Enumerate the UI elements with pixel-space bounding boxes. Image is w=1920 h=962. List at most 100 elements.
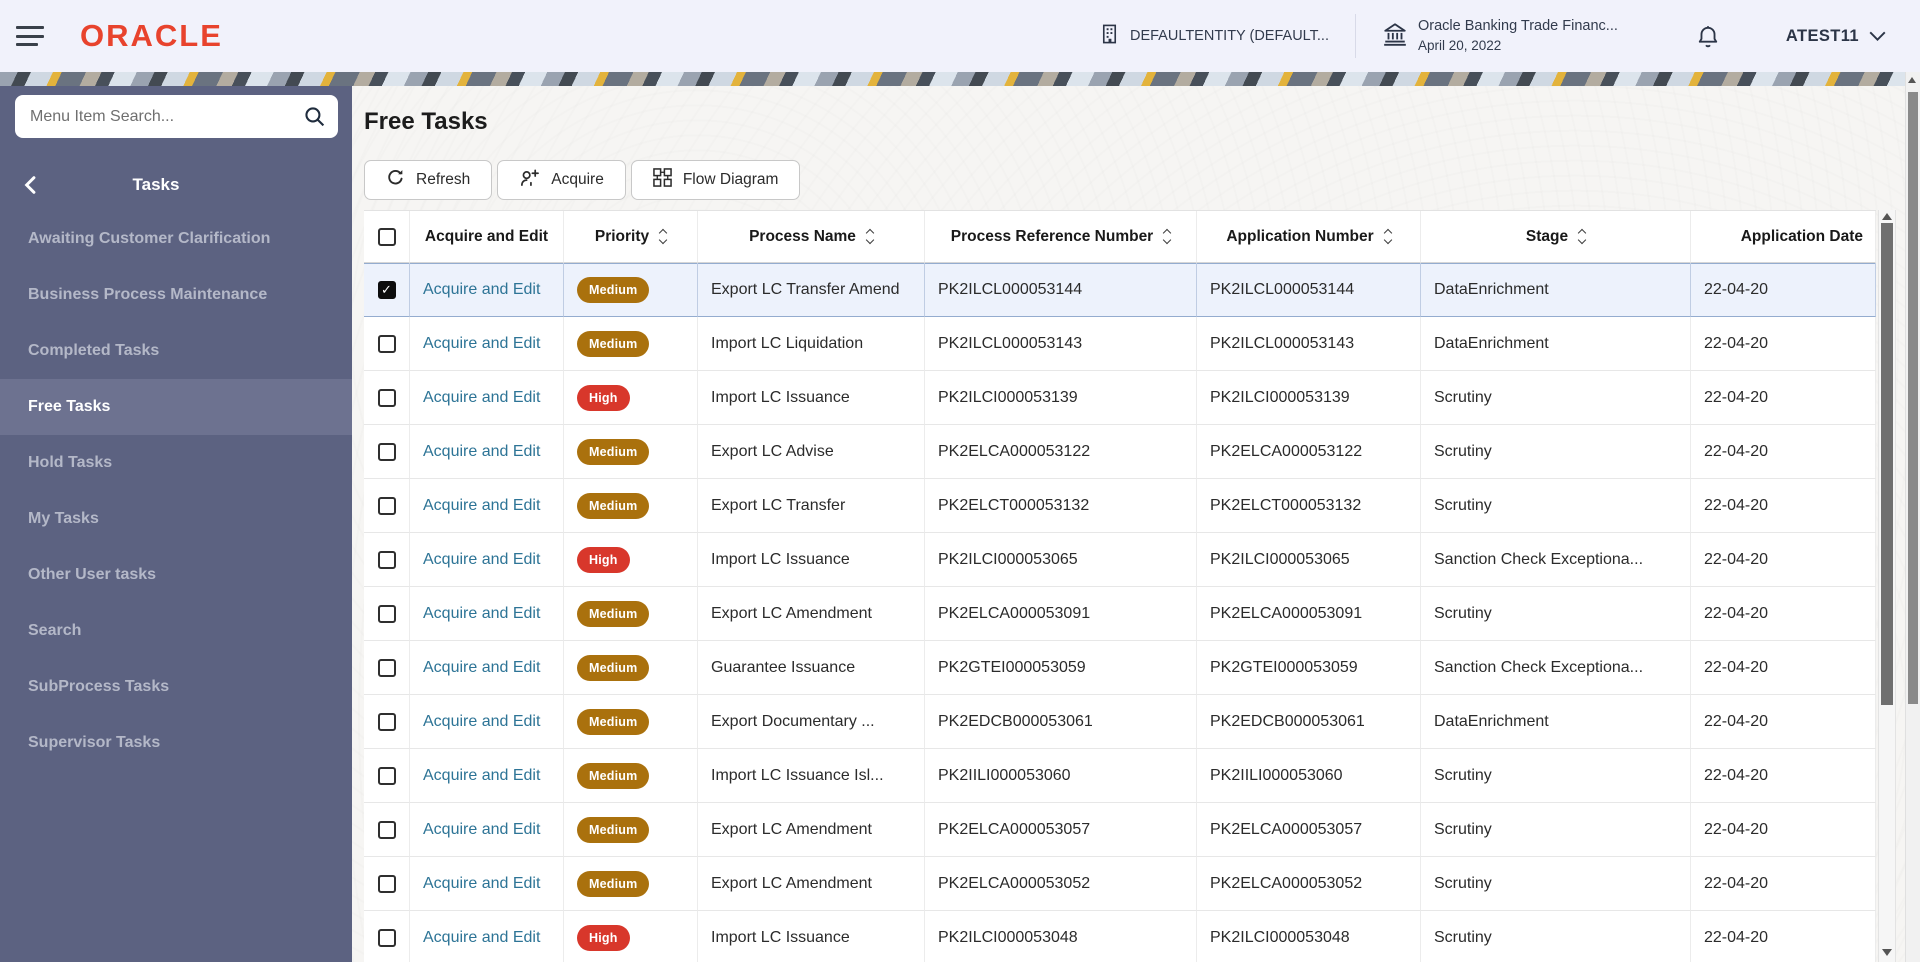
sidebar-item-subprocess-tasks[interactable]: SubProcess Tasks — [0, 659, 352, 715]
col-header-process-reference-number[interactable]: Process Reference Number — [925, 211, 1197, 263]
row-checkbox[interactable]: ✓ — [377, 334, 396, 353]
row-checkbox[interactable]: ✓ — [377, 388, 396, 407]
sort-icon[interactable] — [1162, 228, 1172, 245]
sidebar-item-business-process-maintenance[interactable]: Business Process Maintenance — [0, 267, 352, 323]
page-scrollbar[interactable] — [1905, 72, 1920, 962]
application-date-cell: 22-04-20 — [1691, 371, 1876, 425]
table-row[interactable]: ✓ Acquire and Edit High Import LC Issuan… — [364, 911, 1876, 962]
table-row[interactable]: ✓ Acquire and Edit Medium Export LC Advi… — [364, 425, 1876, 479]
priority-badge: High — [577, 384, 630, 411]
sidebar-item-awaiting-customer-clarification[interactable]: Awaiting Customer Clarification — [0, 211, 352, 267]
search-icon[interactable] — [303, 105, 326, 128]
stage-cell: Scrutiny — [1421, 911, 1691, 962]
row-checkbox[interactable]: ✓ — [377, 658, 396, 677]
hamburger-menu-icon[interactable] — [16, 26, 44, 46]
acquire-and-edit-link[interactable]: Acquire and Edit — [423, 443, 540, 461]
row-checkbox[interactable]: ✓ — [377, 766, 396, 785]
row-checkbox[interactable]: ✓ — [377, 712, 396, 731]
acquire-and-edit-link[interactable]: Acquire and Edit — [423, 929, 540, 947]
col-header-stage[interactable]: Stage — [1421, 211, 1691, 263]
sidebar-item-search[interactable]: Search — [0, 603, 352, 659]
table-row[interactable]: ✓ Acquire and Edit Medium Guarantee Issu… — [364, 641, 1876, 695]
acquire-and-edit-link[interactable]: Acquire and Edit — [423, 281, 540, 299]
row-checkbox[interactable]: ✓ — [377, 874, 396, 893]
table-row[interactable]: ✓ Acquire and Edit Medium Import LC Liqu… — [364, 317, 1876, 371]
acquire-and-edit-link[interactable]: Acquire and Edit — [423, 875, 540, 893]
sidebar-item-label: SubProcess Tasks — [28, 678, 170, 695]
app-name: Oracle Banking Trade Financ... — [1418, 18, 1618, 35]
notifications-bell-icon[interactable] — [1696, 24, 1720, 49]
acquire-and-edit-link[interactable]: Acquire and Edit — [423, 767, 540, 785]
col-header-application-number[interactable]: Application Number — [1197, 211, 1421, 263]
table-scrollbar[interactable] — [1878, 210, 1896, 962]
priority-badge: Medium — [577, 654, 650, 681]
flow-diagram-button[interactable]: Flow Diagram — [630, 160, 801, 200]
scroll-up-arrow-icon[interactable] — [1882, 213, 1892, 220]
acquire-and-edit-link[interactable]: Acquire and Edit — [423, 551, 540, 569]
priority-badge: Medium — [577, 816, 650, 843]
branch-info[interactable]: Oracle Banking Trade Financ... April 20,… — [1382, 17, 1618, 55]
priority-badge: High — [577, 546, 630, 573]
back-chevron-icon[interactable] — [24, 176, 36, 194]
acquire-and-edit-link[interactable]: Acquire and Edit — [423, 497, 540, 515]
process-name-cell: Export LC Advise — [698, 425, 925, 479]
entity-selector[interactable]: DEFAULTENTITY (DEFAULT... — [1099, 23, 1329, 49]
process-name-cell: Export LC Amendment — [698, 803, 925, 857]
stage-cell: DataEnrichment — [1421, 317, 1691, 371]
col-header-acquire-and-edit[interactable]: Acquire and Edit — [410, 211, 564, 263]
scroll-down-arrow-icon[interactable] — [1882, 949, 1892, 956]
acquire-and-edit-link[interactable]: Acquire and Edit — [423, 389, 540, 407]
acquire-and-edit-link[interactable]: Acquire and Edit — [423, 605, 540, 623]
menu-search-input[interactable] — [15, 107, 303, 126]
sort-icon[interactable] — [658, 228, 668, 245]
application-date-cell: 22-04-20 — [1691, 749, 1876, 803]
row-checkbox[interactable]: ✓ — [377, 550, 396, 569]
sort-icon[interactable] — [1577, 228, 1587, 245]
row-checkbox[interactable]: ✓ — [377, 604, 396, 623]
row-checkbox[interactable]: ✓ — [377, 820, 396, 839]
sort-icon[interactable] — [865, 228, 875, 245]
sort-icon[interactable] — [1383, 228, 1392, 245]
application-number-cell: PK2ILCI000053065 — [1197, 533, 1421, 587]
page-scrollbar-thumb[interactable] — [1908, 92, 1918, 704]
application-date-cell: 22-04-20 — [1691, 641, 1876, 695]
row-checkbox[interactable]: ✓ — [377, 496, 396, 515]
page-scroll-up-arrow-icon[interactable] — [1908, 77, 1916, 83]
process-name-cell: Export LC Transfer — [698, 479, 925, 533]
row-checkbox[interactable]: ✓ — [377, 928, 396, 947]
acquire-and-edit-link[interactable]: Acquire and Edit — [423, 713, 540, 731]
table-scrollbar-thumb[interactable] — [1881, 223, 1893, 705]
acquire-button[interactable]: Acquire — [497, 160, 626, 200]
acquire-and-edit-link[interactable]: Acquire and Edit — [423, 821, 540, 839]
col-header-application-date[interactable]: Application Date — [1691, 211, 1876, 263]
refresh-button[interactable]: Refresh — [364, 160, 493, 200]
sidebar-item-label: Free Tasks — [28, 398, 111, 415]
table-row[interactable]: ✓ Acquire and Edit Medium Export LC Amen… — [364, 803, 1876, 857]
sidebar-item-hold-tasks[interactable]: Hold Tasks — [0, 435, 352, 491]
acquire-and-edit-link[interactable]: Acquire and Edit — [423, 335, 540, 353]
col-header-process-name[interactable]: Process Name — [698, 211, 925, 263]
table-row[interactable]: ✓ Acquire and Edit Medium Export LC Tran… — [364, 479, 1876, 533]
sidebar-item-my-tasks[interactable]: My Tasks — [0, 491, 352, 547]
acquire-and-edit-link[interactable]: Acquire and Edit — [423, 659, 540, 677]
sidebar-item-completed-tasks[interactable]: Completed Tasks — [0, 323, 352, 379]
table-row[interactable]: ✓ Acquire and Edit Medium Export LC Amen… — [364, 857, 1876, 911]
sidebar-item-supervisor-tasks[interactable]: Supervisor Tasks — [0, 715, 352, 771]
select-all-checkbox[interactable]: ✓ — [364, 211, 410, 263]
process-reference-number-cell: PK2ELCA000053052 — [925, 857, 1197, 911]
table-row[interactable]: ✓ Acquire and Edit High Import LC Issuan… — [364, 533, 1876, 587]
sidebar-item-free-tasks[interactable]: Free Tasks — [0, 379, 352, 435]
table-row[interactable]: ✓ Acquire and Edit High Import LC Issuan… — [364, 371, 1876, 425]
table-row[interactable]: ✓ Acquire and Edit Medium Export LC Tran… — [364, 263, 1876, 317]
process-reference-number-cell: PK2ILCL000053144 — [925, 263, 1197, 317]
user-menu[interactable]: ATEST11 — [1786, 27, 1886, 46]
col-header-priority[interactable]: Priority — [564, 211, 698, 263]
application-number-cell: PK2ELCT000053132 — [1197, 479, 1421, 533]
table-row[interactable]: ✓ Acquire and Edit Medium Export Documen… — [364, 695, 1876, 749]
row-checkbox[interactable]: ✓ — [377, 442, 396, 461]
sidebar-item-other-user-tasks[interactable]: Other User tasks — [0, 547, 352, 603]
table-row[interactable]: ✓ Acquire and Edit Medium Import LC Issu… — [364, 749, 1876, 803]
row-checkbox[interactable]: ✓ — [377, 280, 396, 299]
stage-cell: Scrutiny — [1421, 587, 1691, 641]
table-row[interactable]: ✓ Acquire and Edit Medium Export LC Amen… — [364, 587, 1876, 641]
